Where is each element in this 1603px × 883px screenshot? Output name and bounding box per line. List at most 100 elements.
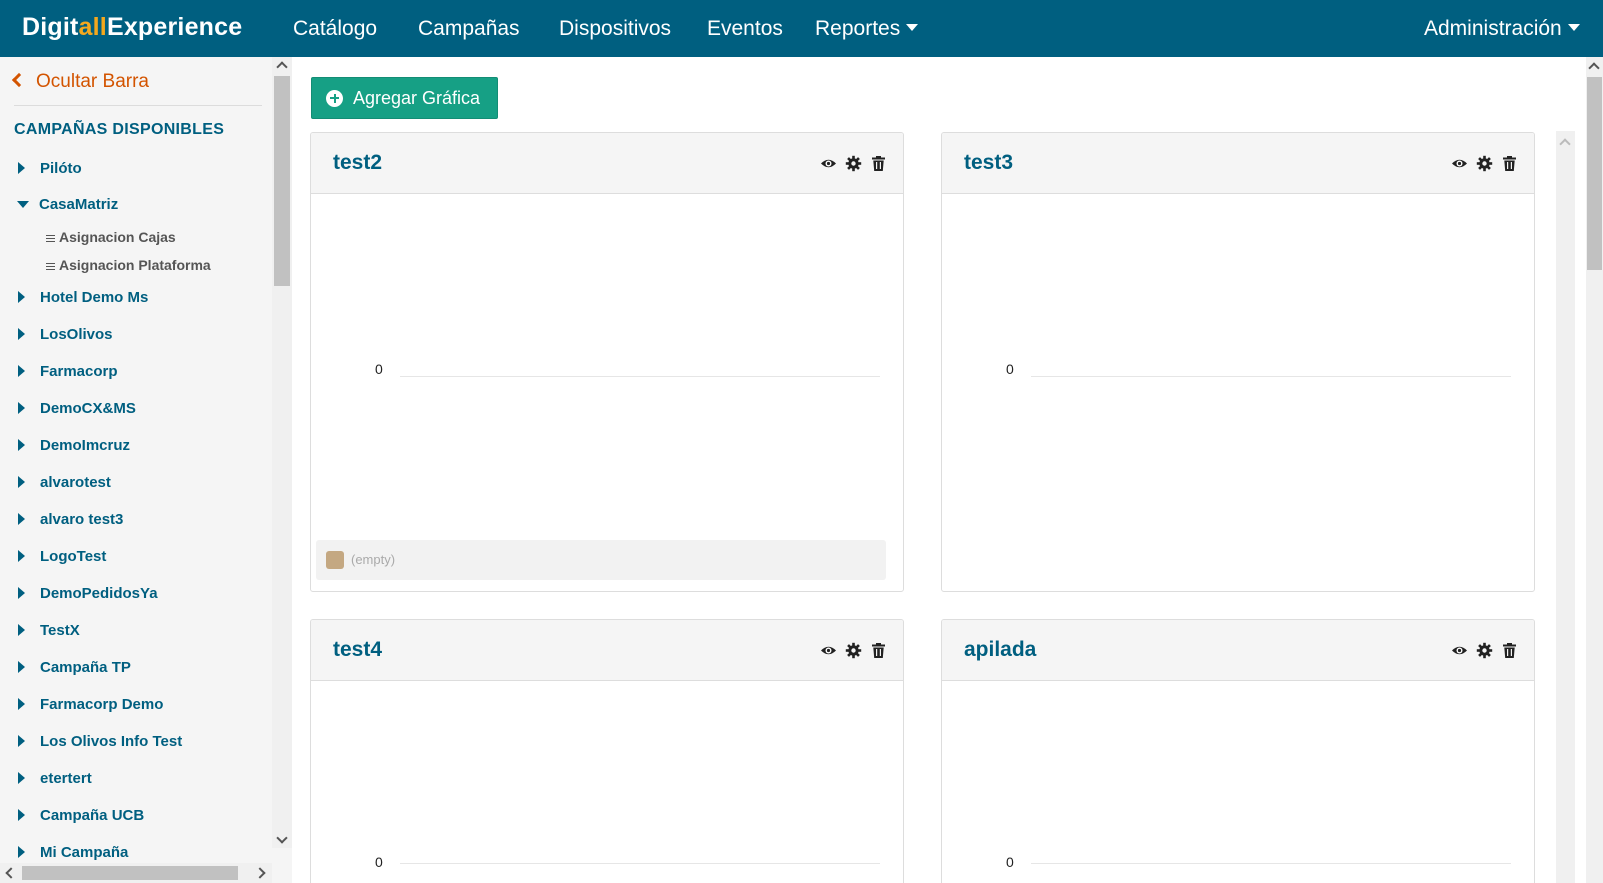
nav-campanas[interactable]: Campañas — [418, 17, 520, 41]
campaign-label: DemoPedidosYa — [40, 584, 158, 602]
scrollbar-thumb[interactable] — [274, 76, 290, 286]
gear-icon[interactable] — [1476, 155, 1493, 172]
caret-right-icon — [18, 624, 25, 636]
sidebar-campaign-losolivos[interactable]: LosOlivos — [18, 323, 113, 345]
campaign-label: TestX — [40, 621, 80, 639]
eye-icon[interactable] — [1451, 642, 1468, 659]
card-actions — [1451, 642, 1518, 659]
sidebar-campaign-etertert[interactable]: etertert — [18, 767, 92, 789]
sidebar-campaign-democxms[interactable]: DemoCX&MS — [18, 397, 136, 419]
nav-administracion-label: Administración — [1424, 17, 1562, 40]
caret-right-icon — [18, 439, 25, 451]
scroll-left-icon[interactable] — [5, 867, 17, 879]
scroll-up-icon[interactable] — [1559, 138, 1571, 150]
sidebar-campaign-logotest[interactable]: LogoTest — [18, 545, 106, 567]
sidebar-campaign-farmacorp[interactable]: Farmacorp — [18, 360, 118, 382]
nav-reportes[interactable]: Reportes — [815, 17, 919, 41]
dashboard-scroll-strip[interactable] — [1556, 131, 1575, 883]
sidebar-campaign-hotel-demo-ms[interactable]: Hotel Demo Ms — [18, 286, 148, 308]
campaign-label: DemoImcruz — [40, 436, 131, 454]
campaign-label: Farmacorp Demo — [40, 695, 164, 713]
campaign-label: etertert — [40, 769, 92, 787]
eye-icon[interactable] — [820, 642, 837, 659]
caret-right-icon — [18, 513, 25, 525]
caret-down-icon — [906, 23, 919, 31]
scroll-down-icon[interactable] — [276, 832, 288, 844]
sidebar-horizontal-scrollbar[interactable] — [0, 863, 272, 883]
chart-card-test3: test3 0 — [941, 132, 1535, 592]
nav-dispositivos[interactable]: Dispositivos — [559, 17, 671, 41]
campaign-label: LogoTest — [40, 547, 107, 565]
campaign-label: Campaña TP — [40, 658, 131, 676]
scroll-up-icon[interactable] — [276, 61, 288, 73]
card-title: apilada — [964, 638, 1037, 661]
nav-reportes-label: Reportes — [815, 17, 901, 40]
hide-sidebar-button[interactable]: Ocultar Barra — [11, 71, 149, 93]
sidebar-campaign-los-olivos-info-test[interactable]: Los Olivos Info Test — [18, 730, 182, 752]
caret-right-icon — [18, 735, 25, 747]
campaign-label: Los Olivos Info Test — [40, 732, 183, 750]
card-actions — [820, 642, 887, 659]
trash-icon[interactable] — [870, 642, 887, 659]
trash-icon[interactable] — [1501, 155, 1518, 172]
sidebar-divider — [14, 105, 262, 106]
baseline — [400, 863, 880, 864]
campaign-label: Mi Campaña — [40, 843, 129, 861]
caret-right-icon — [18, 846, 25, 858]
eye-icon[interactable] — [820, 155, 837, 172]
sidebar-campaign-piloto[interactable]: Pilóto — [18, 157, 82, 179]
card-header: test2 — [311, 133, 903, 194]
eye-icon[interactable] — [1451, 155, 1468, 172]
campaign-label: alvarotest — [40, 473, 111, 491]
baseline — [400, 376, 880, 377]
add-chart-button[interactable]: Agregar Gráfica — [311, 77, 498, 119]
trash-icon[interactable] — [870, 155, 887, 172]
page-vertical-scrollbar[interactable] — [1586, 57, 1603, 883]
brand-logo[interactable]: DigitallExperience — [22, 13, 242, 42]
sidebar-sub-asignacion-plataforma[interactable]: Asignacion Plataforma — [46, 255, 211, 275]
sidebar-campaign-casamatriz[interactable]: CasaMatriz — [17, 193, 118, 215]
sidebar-vertical-scrollbar[interactable] — [272, 57, 292, 848]
nav-catalogo[interactable]: Catálogo — [293, 17, 377, 41]
brand-part3: Experience — [106, 13, 243, 41]
card-title: test3 — [964, 151, 1014, 174]
baseline — [1031, 376, 1511, 377]
gear-icon[interactable] — [1476, 642, 1493, 659]
campaign-label: alvaro test3 — [40, 510, 124, 528]
sidebar-campaign-demoimcruz[interactable]: DemoImcruz — [18, 434, 130, 456]
caret-down-icon — [17, 200, 29, 208]
nav-eventos[interactable]: Eventos — [707, 17, 783, 41]
nav-administracion[interactable]: Administración — [1424, 17, 1580, 41]
scrollbar-thumb[interactable] — [22, 866, 238, 880]
sidebar-campaign-alvarotest[interactable]: alvarotest — [18, 471, 111, 493]
y-axis-zero-label: 0 — [375, 854, 383, 870]
sidebar-campaign-campana-tp[interactable]: Campaña TP — [18, 656, 131, 678]
caret-right-icon — [18, 291, 25, 303]
caret-down-icon — [1567, 23, 1580, 31]
chart-card-apilada: apilada 0 — [941, 619, 1535, 883]
card-actions — [1451, 155, 1518, 172]
sidebar-campaign-testx[interactable]: TestX — [18, 619, 80, 641]
trash-icon[interactable] — [1501, 642, 1518, 659]
scroll-right-icon[interactable] — [254, 867, 266, 879]
campaign-label: Hotel Demo Ms — [40, 288, 149, 306]
scrollbar-thumb[interactable] — [1587, 77, 1602, 270]
legend-swatch[interactable] — [326, 551, 344, 569]
sidebar: Ocultar Barra CAMPAÑAS DISPONIBLES Pilót… — [0, 57, 292, 883]
sidebar-sub-asignacion-cajas[interactable]: Asignacion Cajas — [46, 227, 176, 247]
caret-right-icon — [18, 550, 25, 562]
scroll-up-icon[interactable] — [1588, 62, 1600, 74]
sidebar-campaign-demopedidosya[interactable]: DemoPedidosYa — [18, 582, 158, 604]
caret-right-icon — [18, 402, 25, 414]
gear-icon[interactable] — [845, 155, 862, 172]
legend-label[interactable]: (empty) — [351, 552, 395, 567]
caret-right-icon — [18, 661, 25, 673]
brand-part2: all — [78, 13, 107, 41]
sidebar-campaign-mi-campana[interactable]: Mi Campaña — [18, 841, 128, 863]
sidebar-campaign-campana-ucb[interactable]: Campaña UCB — [18, 804, 144, 826]
caret-right-icon — [18, 587, 25, 599]
gear-icon[interactable] — [845, 642, 862, 659]
sidebar-campaign-alvaro-test3[interactable]: alvaro test3 — [18, 508, 123, 530]
sidebar-campaign-farmacorp-demo[interactable]: Farmacorp Demo — [18, 693, 163, 715]
sidebar-heading: CAMPAÑAS DISPONIBLES — [14, 121, 225, 138]
